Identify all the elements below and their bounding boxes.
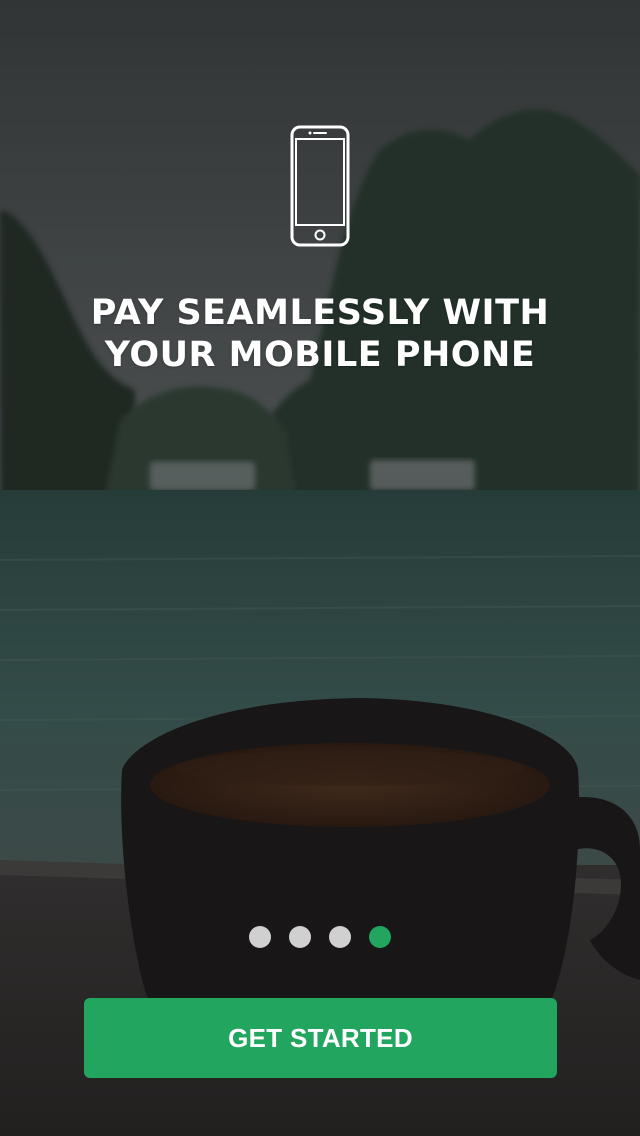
smartphone-icon bbox=[290, 125, 350, 247]
headline-line-1: PAY SEAMLESSLY WITH bbox=[90, 293, 550, 333]
page-dot-1[interactable] bbox=[249, 926, 271, 948]
onboarding-headline: PAY SEAMLESSLY WITH YOUR MOBILE PHONE bbox=[0, 292, 640, 376]
page-dot-2[interactable] bbox=[289, 926, 311, 948]
page-dot-3[interactable] bbox=[329, 926, 351, 948]
page-indicator bbox=[0, 926, 640, 948]
get-started-button[interactable]: GET STARTED bbox=[84, 998, 557, 1078]
headline-line-2: YOUR MOBILE PHONE bbox=[104, 335, 536, 375]
page-dot-4-active[interactable] bbox=[369, 926, 391, 948]
